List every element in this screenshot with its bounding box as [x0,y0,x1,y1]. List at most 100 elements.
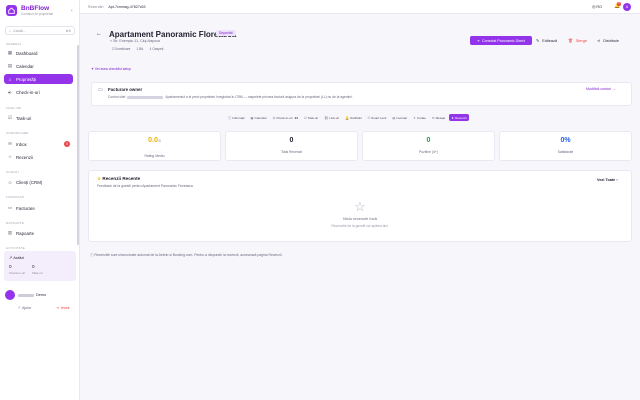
sidebar-item-label: Calendar [16,63,34,69]
user-profile[interactable]: Demo [5,290,46,300]
language-switch[interactable]: ◎ RO [592,4,602,9]
sidebar-item-tasks[interactable]: ☑ Task-uri [4,113,73,123]
sidebar-scrollbar[interactable] [77,45,79,245]
checkin-icon: ⎆ [8,89,12,95]
recent-reviews-subtitle: Feedback de la guestii pentru Apartament… [97,184,193,188]
tab-links[interactable]: ⛓ Link-uri [322,114,341,121]
bell-icon: 🔔 [345,115,350,120]
sync-note: ⓘ Recenziile sunt sincronizate automat d… [90,252,282,257]
redacted-name [18,293,34,297]
tab-calendar[interactable]: ▦ Calendar [249,114,269,121]
building-icon: ⌂ [8,76,12,82]
brand-name: BnBFlow [21,5,50,12]
logout-icon: ⇥ [56,306,60,310]
tab-label: Calendar [254,115,267,120]
status-badge: Disponibil [216,30,236,36]
tab-inventory[interactable]: ▤ Inventar [390,114,409,121]
connect-direct-button[interactable]: ⚭ Conectat Panoramic Direct [470,36,532,45]
view-all-button[interactable]: Vezi Toate › [597,178,618,182]
breadcrumb-current: Apt-7cmmsg-47827c53 [108,5,146,9]
sidebar-item-invoices[interactable]: ▭ Facturare [4,203,73,213]
dashboard-icon: ▦ [7,50,13,55]
recent-reviews-title: ☆ Recenzii Recente [97,176,140,182]
setup-hint[interactable]: ✦ Vei avea checklist setup [91,67,131,71]
sidebar-item-dashboard[interactable]: ▦ Dashboard [4,48,73,58]
activity-panel: ↗ Astăzi 0 Check-in-uri 0 Task-uri [4,251,76,281]
rating-label-text: Rating Mediu [144,154,165,158]
tab-info[interactable]: ⓘ Informații [226,114,247,121]
sync-note-text: Recenziile sunt sincronizate automat de … [94,253,283,257]
back-arrow-icon[interactable]: ← [96,31,102,37]
tab-cleaning[interactable]: ✦ Curate [411,114,428,121]
property-location: ⌖ Str. Exemplu 11, Cluj-Napoca [110,39,160,43]
owner-invoicing-title: Facturare owner [108,87,143,92]
info-icon: ⓘ [228,116,232,120]
delete-label: Șterge [575,38,588,43]
share-icon: ⋖ [597,39,601,43]
owner-invoicing-card: ▭ Facturare owner Conturi cliet Apartamen… [91,82,632,106]
brand[interactable]: BnBFlow Comanzi de proprietari [6,5,53,16]
sidebar-item-properties[interactable]: ⌂ Proprietăți [4,74,73,84]
logout-link[interactable]: ⇥ Ieșire [56,306,70,310]
link-icon: ⚭ [477,38,481,43]
inbox-count-badge: 5 [64,141,70,147]
home-logo-icon [6,5,17,16]
sidebar-item-checkin[interactable]: ⎆ Check-in-uri [4,87,73,97]
delete-button[interactable]: 🗑 Șterge [568,36,587,45]
share-label: Distribuie [603,38,620,43]
info-icon: ⓘ [90,253,94,257]
total-label: Total Recenzii [280,150,303,154]
tab-label: Informații [232,115,245,120]
owner-invoicing-desc: Conturi cliet Apartamentul a ei prezi pro… [108,95,353,99]
sidebar-item-reports[interactable]: ▥ Rapoarte [4,228,73,238]
tab-notifications[interactable]: 🔔 Notificări [343,114,364,121]
desc-after: Apartamentul a ei prezi proprietari înre… [165,95,353,99]
logout-label: Ieșire [61,306,70,310]
modify-account-link[interactable]: Modifică conturi → [586,87,616,91]
recent-reviews-title-text: Recenzii Recente [102,176,141,181]
checkin-icon: ⎆ [272,115,276,120]
empty-star-icon: ☆ [354,199,366,214]
tab-tasks[interactable]: ☑ Task-uri [302,114,320,121]
activity-checkin-label: Check-in-uri [9,271,26,275]
bell-icon[interactable]: 🔔 9 [614,2,621,9]
activity-title-text: Astăzi [13,255,25,260]
tab-messages[interactable]: ✉ Mesaje [430,114,447,121]
chevron-right-icon: › [616,178,618,182]
tab-smart-lock[interactable]: ⚿ Smart Lock [366,114,389,121]
section-comms: COMUNICARE [6,131,29,135]
sparkle-icon: ✦ [91,67,94,71]
rating-value: 0.0/5 [89,137,220,144]
top-avatar[interactable]: A [623,3,631,11]
satisfaction-label: Satisfacție [557,150,574,154]
positive-value: 0 [426,137,431,144]
search-input[interactable]: ⌕ Caută... ⌘K [5,26,75,35]
sidebar-item-reviews[interactable]: ☆ Recenzii [4,152,73,162]
tab-reviews[interactable]: ★ Recenzii [449,114,469,121]
help-link[interactable]: ? Ajutor [18,306,31,310]
tab-label: Link-uri [329,115,340,120]
tab-checkin[interactable]: ⎆ Check-in-uri 14 [271,114,300,121]
report-icon: ▥ [7,230,13,235]
empty-subtitle: Recenziile de la guestii vor apărea aici… [331,224,389,228]
property-meta: 2 Dormitoare 1 Bă. 4 Oaspeți [112,47,168,51]
sidebar-item-calendar[interactable]: ▤ Calendar [4,61,73,71]
share-button[interactable]: ⋖ Distribuie [597,36,619,45]
section-clients: CLIENȚI [6,170,19,174]
sidebar-collapse-icon[interactable]: ‹ [71,8,73,14]
trend-icon: ↗ [9,255,13,260]
checkin-count: 14 [294,115,298,120]
sidebar-item-label: Check-in-uri [16,89,40,95]
property-header: ← Apartament Panoramic Floreasca Disponi… [88,24,632,60]
avatar [5,290,15,300]
view-all-label: Vezi Toate [597,178,616,182]
lock-icon: ⚿ [367,115,371,120]
sidebar-item-crm[interactable]: ☺ Clienți (CRM) [4,177,73,187]
edit-button[interactable]: ✎ Editează [536,36,557,45]
activity-title: ↗ Astăzi [9,255,24,260]
activity-tasks-value: 0 [32,264,35,269]
stat-satisfaction: 0% Satisfacție [499,131,632,161]
sidebar-item-inbox[interactable]: ✉ Inbox 5 [4,139,73,149]
rating-suffix: /5 [157,139,161,143]
breadcrumb-root[interactable]: Rezervări [88,5,103,9]
